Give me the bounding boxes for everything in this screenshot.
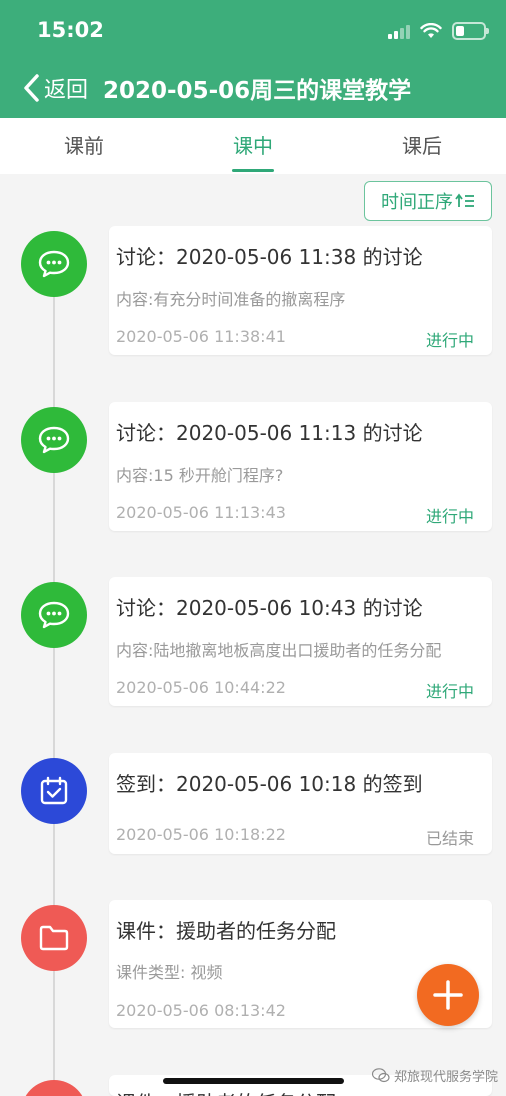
status-time: 15:02 bbox=[37, 18, 104, 42]
back-label: 返回 bbox=[44, 78, 89, 103]
active-tab-indicator bbox=[232, 169, 274, 172]
card-time: 2020-05-06 11:38:41 bbox=[116, 327, 286, 346]
timeline-line bbox=[53, 265, 55, 1096]
timeline-card[interactable]: 讨论：2020-05-06 11:38 的讨论 内容:有充分时间准备的撤离程序 … bbox=[109, 226, 492, 355]
card-time: 2020-05-06 10:44:22 bbox=[116, 678, 286, 697]
timeline-node-discussion[interactable] bbox=[21, 231, 87, 297]
plus-icon bbox=[433, 980, 463, 1010]
timeline-node-sign-in[interactable] bbox=[21, 758, 87, 824]
chat-icon bbox=[38, 601, 70, 629]
tab-bar: 课前 课中 课后 bbox=[0, 118, 506, 174]
chat-icon bbox=[38, 426, 70, 454]
chat-icon bbox=[38, 250, 70, 278]
timeline-node-courseware[interactable] bbox=[21, 1080, 87, 1096]
sort-order-label: 时间正序 bbox=[381, 192, 453, 213]
timeline-node-discussion[interactable] bbox=[21, 407, 87, 473]
signal-icon bbox=[388, 23, 410, 39]
status-badge: 进行中 bbox=[425, 331, 474, 350]
status-badge: 已结束 bbox=[425, 829, 474, 848]
chevron-left-icon bbox=[24, 74, 39, 102]
card-content: 内容:有充分时间准备的撤离程序 bbox=[116, 290, 346, 309]
card-content: 内容:陆地撤离地板高度出口援助者的任务分配 bbox=[116, 641, 442, 660]
card-title: 讨论：2020-05-06 10:43 的讨论 bbox=[116, 596, 423, 620]
card-content: 课件类型: 视频 bbox=[116, 963, 223, 982]
card-title: 讨论：2020-05-06 11:13 的讨论 bbox=[116, 421, 423, 445]
card-time: 2020-05-06 11:13:43 bbox=[116, 503, 286, 522]
card-title: 课件：援助者的任务分配 bbox=[116, 919, 336, 943]
card-time: 2020-05-06 08:13:42 bbox=[116, 1001, 286, 1020]
timeline-node-courseware[interactable] bbox=[21, 905, 87, 971]
battery-icon bbox=[452, 22, 489, 40]
status-icons bbox=[388, 20, 489, 42]
sort-ascending-icon bbox=[455, 193, 474, 207]
card-title: 讨论：2020-05-06 11:38 的讨论 bbox=[116, 245, 423, 269]
back-button[interactable]: 返回 bbox=[22, 72, 88, 104]
tab-after-class[interactable]: 课后 bbox=[338, 118, 506, 174]
tab-in-class[interactable]: 课中 bbox=[169, 118, 337, 174]
card-content: 内容:15 秒开舱门程序? bbox=[116, 466, 284, 485]
top-bar: 15:02 返回 2020-05-06周三的课堂教学 bbox=[0, 0, 506, 118]
sort-order-button[interactable]: 时间正序 bbox=[364, 181, 492, 221]
home-indicator bbox=[163, 1078, 344, 1084]
folder-icon bbox=[39, 925, 69, 951]
wechat-icon bbox=[372, 1068, 390, 1083]
wifi-icon bbox=[420, 23, 442, 38]
timeline-card[interactable]: 讨论：2020-05-06 10:43 的讨论 内容:陆地撤离地板高度出口援助者… bbox=[109, 577, 492, 706]
card-title: 课件：援助者的任务分配 bbox=[116, 1087, 336, 1096]
status-badge: 进行中 bbox=[425, 682, 474, 701]
timeline-card[interactable]: 签到：2020-05-06 10:18 的签到 2020-05-06 10:18… bbox=[109, 753, 492, 854]
watermark-text: 郑旅现代服务学院 bbox=[394, 1070, 499, 1085]
timeline-node-discussion[interactable] bbox=[21, 582, 87, 648]
page-title: 2020-05-06周三的课堂教学 bbox=[103, 78, 412, 104]
watermark: 郑旅现代服务学院 bbox=[372, 1066, 498, 1085]
status-badge: 进行中 bbox=[425, 507, 474, 526]
add-button[interactable] bbox=[417, 964, 479, 1026]
card-title: 签到：2020-05-06 10:18 的签到 bbox=[116, 772, 423, 796]
card-time: 2020-05-06 10:18:22 bbox=[116, 825, 286, 844]
calendar-check-icon bbox=[40, 776, 68, 805]
timeline-card[interactable]: 讨论：2020-05-06 11:13 的讨论 内容:15 秒开舱门程序? 20… bbox=[109, 402, 492, 531]
tab-before-class[interactable]: 课前 bbox=[0, 118, 168, 174]
